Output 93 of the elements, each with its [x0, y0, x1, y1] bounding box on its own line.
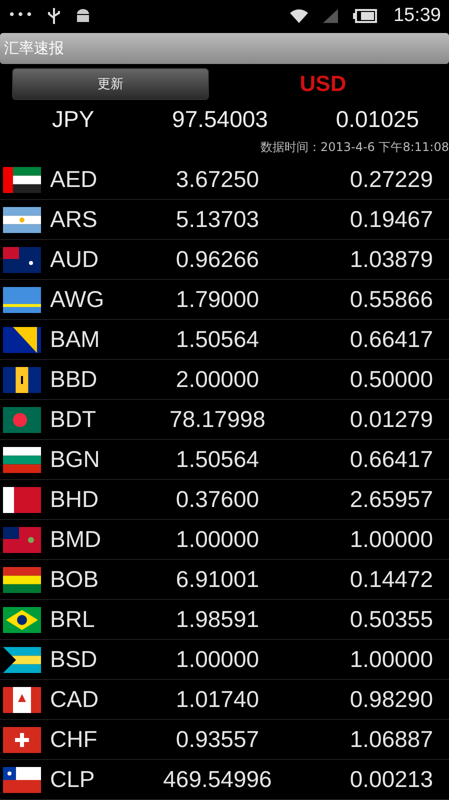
currency-row[interactable]: BBD 2.00000 0.50000 [0, 360, 449, 400]
currency-code: CLP [50, 766, 96, 794]
wifi-icon [289, 8, 310, 24]
exchange-rate: 1.50564 [174, 326, 260, 354]
currency-code: AED [50, 166, 98, 194]
flag-icon [3, 286, 41, 313]
currency-code: BOB [50, 566, 100, 594]
inverse-rate: 0.66417 [348, 326, 434, 354]
signal-icon [323, 8, 340, 24]
currency-code: BAM [50, 326, 101, 354]
currency-code: BGN [50, 446, 101, 474]
exchange-rate: 1.98591 [174, 606, 260, 634]
inverse-rate: 0.66417 [348, 446, 434, 474]
usb-icon [48, 8, 60, 24]
exchange-rate: 3.67250 [174, 166, 260, 194]
inverse-rate: 2.65957 [348, 486, 434, 514]
flag-icon [3, 526, 41, 553]
currency-code: ARS [50, 206, 98, 234]
currency-code: BHD [50, 486, 100, 514]
flag-icon [3, 326, 41, 353]
currency-row[interactable]: ARS 5.13703 0.19467 [0, 200, 449, 240]
exchange-rate: 469.54996 [162, 766, 273, 794]
flag-icon [3, 646, 41, 673]
currency-code: BDT [50, 406, 97, 434]
flag-icon [3, 606, 41, 633]
inverse-rate: 0.01279 [348, 406, 434, 434]
currency-code: BMD [50, 526, 102, 554]
currency-row[interactable]: BAM 1.50564 0.66417 [0, 320, 449, 360]
currency-code: CAD [50, 686, 100, 714]
inverse-rate: 0.19467 [348, 206, 434, 234]
notification-dots: ••• [8, 8, 34, 24]
battery-icon [353, 8, 378, 23]
currency-code: CHF [50, 726, 98, 754]
inverse-rate: 0.14472 [348, 566, 434, 594]
flag-icon [3, 686, 41, 713]
exchange-rate: 1.79000 [174, 286, 260, 314]
exchange-rate: 1.00000 [174, 646, 260, 674]
flag-icon [3, 366, 41, 393]
inverse-rate: 1.06887 [348, 726, 434, 754]
exchange-rate: 1.00000 [174, 526, 260, 554]
exchange-rate: 78.17998 [168, 406, 266, 434]
inverse-rate: 1.00000 [348, 646, 434, 674]
inverse-rate: 0.27229 [348, 166, 434, 194]
inverse-rate: 0.50355 [348, 606, 434, 634]
exchange-rate: 1.50564 [174, 446, 260, 474]
data-timestamp: 数据时间：2013-4-6 下午8:11:08 [260, 139, 449, 156]
exchange-rate: 97.54003 [171, 106, 269, 133]
currency-code: AWG [50, 286, 106, 314]
app-title: 汇率速报 [4, 39, 64, 58]
currency-code: JPY [51, 106, 96, 133]
inverse-rate: 0.55866 [348, 286, 434, 314]
currency-row[interactable]: BOB 6.91001 0.14472 [0, 560, 449, 600]
exchange-rate: 0.93557 [174, 726, 260, 754]
currency-row[interactable]: BMD 1.00000 1.00000 [0, 520, 449, 560]
flag-icon [3, 246, 41, 273]
exchange-rate: 0.96266 [174, 246, 260, 274]
exchange-rate: 0.37600 [174, 486, 260, 514]
flag-icon [3, 406, 41, 433]
currency-row[interactable]: CLP 469.54996 0.00213 [0, 760, 449, 800]
flag-icon [3, 726, 41, 753]
currency-row[interactable]: AWG 1.79000 0.55866 [0, 280, 449, 320]
base-currency: USD [298, 70, 348, 97]
flag-icon [3, 566, 41, 593]
currency-row[interactable]: BSD 1.00000 1.00000 [0, 640, 449, 680]
flag-icon [3, 206, 41, 233]
currency-code: AUD [50, 246, 100, 274]
exchange-rate: 2.00000 [174, 366, 260, 394]
currency-row[interactable]: BDT 78.17998 0.01279 [0, 400, 449, 440]
clock: 15:39 [393, 4, 441, 27]
flag-icon [3, 446, 41, 473]
currency-row[interactable]: CAD 1.01740 0.98290 [0, 680, 449, 720]
currency-code: BRL [50, 606, 96, 634]
exchange-rate: 6.91001 [174, 566, 260, 594]
currency-code: BBD [50, 366, 98, 394]
currency-row[interactable]: AUD 0.96266 1.03879 [0, 240, 449, 280]
currency-row[interactable]: AED 3.67250 0.27229 [0, 160, 449, 200]
flag-icon [3, 766, 41, 793]
inverse-rate: 0.50000 [348, 366, 434, 394]
inverse-rate: 0.00213 [348, 766, 434, 794]
inverse-rate: 1.00000 [348, 526, 434, 554]
currency-row[interactable]: BGN 1.50564 0.66417 [0, 440, 449, 480]
exchange-rate: 1.01740 [174, 686, 260, 714]
currency-code: BSD [50, 646, 98, 674]
currency-row[interactable]: CHF 0.93557 1.06887 [0, 720, 449, 760]
exchange-rate: 5.13703 [174, 206, 260, 234]
inverse-rate: 0.01025 [334, 106, 420, 133]
currency-row[interactable]: BRL 1.98591 0.50355 [0, 600, 449, 640]
flag-icon [3, 166, 41, 193]
update-button[interactable]: 更新 [12, 68, 209, 100]
currency-row[interactable]: BHD 0.37600 2.65957 [0, 480, 449, 520]
flag-icon [3, 486, 41, 513]
inverse-rate: 1.03879 [348, 246, 434, 274]
inverse-rate: 0.98290 [348, 686, 434, 714]
